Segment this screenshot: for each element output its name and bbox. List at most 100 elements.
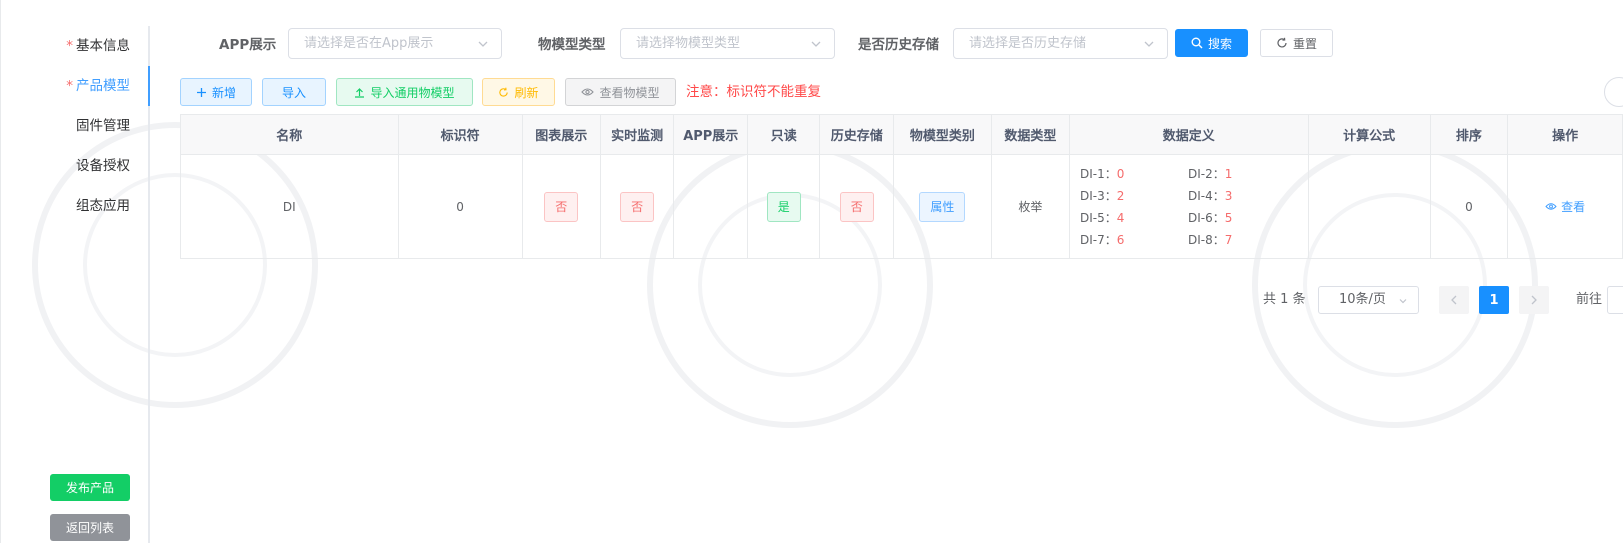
reset-button-label: 重置 <box>1292 36 1317 51</box>
cell-app <box>673 154 749 259</box>
column-header-definition: 数据定义 <box>1069 114 1309 155</box>
eye-icon <box>1545 203 1557 210</box>
back-to-list-button[interactable]: 返回列表 <box>50 514 130 541</box>
refresh-icon <box>499 87 509 97</box>
cell-monitor: 否 <box>599 154 675 259</box>
sidebar-item-label: 固件管理 <box>76 118 130 134</box>
pagination-total: 共 1 条 <box>1263 292 1306 307</box>
sidebar-item-basic-info[interactable]: * 基本信息 <box>66 26 130 66</box>
prev-page-button[interactable] <box>1439 286 1469 314</box>
cell-chart: 否 <box>521 154 601 259</box>
select-placeholder: 请选择是否历史存储 <box>969 36 1087 51</box>
reset-button[interactable]: 重置 <box>1260 29 1333 57</box>
table-row: DI 0 否 否 是 否 属性 枚举 DI-1：0 DI-2：1 DI-3：2 … <box>180 154 1623 259</box>
add-button-label: 新增 <box>211 85 236 100</box>
definition-list: DI-1：0 DI-2：1 DI-3：2 DI-4：3 DI-5：4 DI-6：… <box>1070 165 1307 248</box>
search-button-label: 搜索 <box>1207 36 1232 51</box>
definition-item: DI-6：5 <box>1188 211 1233 225</box>
identifier-notice: 注意：标识符不能重复 <box>686 84 821 100</box>
column-header-monitor: 实时监测 <box>599 114 675 155</box>
import-button-label: 导入 <box>281 85 306 100</box>
chevron-left-icon <box>1451 295 1457 305</box>
cell-history: 否 <box>819 154 895 259</box>
refresh-button[interactable]: 刷新 <box>482 78 555 106</box>
import-standard-model-label: 导入通用物模型 <box>370 85 455 100</box>
definition-item: DI-1：0 <box>1080 167 1125 181</box>
definition-item: DI-4：3 <box>1188 189 1233 203</box>
status-badge: 是 <box>766 191 801 222</box>
sidebar-item-scada[interactable]: 组态应用 <box>76 186 130 226</box>
view-model-button-label: 查看物模型 <box>599 85 660 100</box>
refresh-icon <box>1277 37 1287 48</box>
cell-datatype: 枚举 <box>990 154 1071 259</box>
column-header-app: APP展示 <box>673 114 749 155</box>
goto-label: 前往 <box>1576 292 1603 307</box>
model-type-label: 物模型类型 <box>538 37 606 53</box>
add-button[interactable]: 新增 <box>180 78 252 106</box>
goto-page-input[interactable] <box>1607 286 1623 314</box>
sidebar-item-firmware[interactable]: 固件管理 <box>76 106 130 146</box>
column-header-identifier: 标识符 <box>397 114 523 155</box>
view-row-label: 查看 <box>1561 200 1586 214</box>
view-row-button[interactable]: 查看 <box>1545 198 1585 215</box>
sidebar-item-product-model[interactable]: * 产品模型 <box>66 66 130 106</box>
cell-category: 属性 <box>893 154 992 259</box>
refresh-button-label: 刷新 <box>514 85 539 100</box>
import-standard-model-button[interactable]: 导入通用物模型 <box>336 78 473 106</box>
page-number-current[interactable]: 1 <box>1479 286 1509 314</box>
model-type-select[interactable]: 请选择物模型类型 <box>620 28 835 59</box>
definition-item: DI-3：2 <box>1080 189 1125 203</box>
sidebar-item-device-auth[interactable]: 设备授权 <box>76 146 130 186</box>
history-storage-select[interactable]: 请选择是否历史存储 <box>953 28 1168 59</box>
chevron-down-icon <box>1399 299 1407 304</box>
definition-item: DI-2：1 <box>1188 167 1233 181</box>
cell-identifier: 0 <box>397 154 523 259</box>
status-badge: 否 <box>544 191 579 222</box>
import-button[interactable]: 导入 <box>262 78 326 106</box>
sidebar-item-label: 组态应用 <box>76 198 130 214</box>
sidebar-item-label: 基本信息 <box>76 38 130 54</box>
column-settings-button[interactable] <box>1604 77 1623 107</box>
sidebar-item-label: 产品模型 <box>76 78 130 94</box>
next-page-button[interactable] <box>1519 286 1549 314</box>
publish-product-button[interactable]: 发布产品 <box>50 474 130 501</box>
column-header-category: 物模型类别 <box>893 114 992 155</box>
view-model-button[interactable]: 查看物模型 <box>565 78 676 106</box>
required-mark: * <box>66 78 73 94</box>
column-header-formula: 计算公式 <box>1307 114 1431 155</box>
chevron-down-icon <box>811 41 821 47</box>
cell-readonly: 是 <box>747 154 821 259</box>
definition-item: DI-8：7 <box>1188 233 1233 247</box>
category-badge: 属性 <box>919 191 966 222</box>
upload-icon <box>355 87 365 98</box>
cell-actions: 查看 <box>1507 154 1623 259</box>
chevron-down-icon <box>1144 41 1154 47</box>
table-header-row: 名称 标识符 图表展示 实时监测 APP展示 只读 历史存储 物模型类别 数据类… <box>180 114 1623 155</box>
definition-item: DI-7：6 <box>1080 233 1125 247</box>
cell-name: DI <box>180 154 399 259</box>
search-button[interactable]: 搜索 <box>1175 29 1248 57</box>
eye-icon <box>581 88 595 96</box>
column-header-readonly: 只读 <box>747 114 821 155</box>
definition-item: DI-5：4 <box>1080 211 1125 225</box>
product-model-page: * 基本信息 * 产品模型 固件管理 设备授权 组态应用 发布产品 返回列表 APP… <box>0 0 1623 543</box>
page-size-select[interactable]: 10条/页 <box>1318 286 1419 314</box>
model-table: 名称 标识符 图表展示 实时监测 APP展示 只读 历史存储 物模型类别 数据类… <box>180 114 1623 259</box>
column-header-name: 名称 <box>180 114 399 155</box>
cell-formula <box>1307 154 1431 259</box>
cell-definition: DI-1：0 DI-2：1 DI-3：2 DI-4：3 DI-5：4 DI-6：… <box>1069 154 1309 259</box>
sidebar-item-label: 设备授权 <box>76 158 130 174</box>
status-badge: 否 <box>620 191 655 222</box>
status-badge: 否 <box>839 191 874 222</box>
history-storage-label: 是否历史存储 <box>858 37 939 53</box>
cell-sort: 0 <box>1429 154 1509 259</box>
page-size-value: 10条/页 <box>1339 292 1386 307</box>
app-display-label: APP展示 <box>219 37 277 53</box>
plus-icon <box>196 87 206 97</box>
column-header-actions: 操作 <box>1507 114 1623 155</box>
chevron-down-icon <box>478 41 488 47</box>
column-header-history: 历史存储 <box>819 114 895 155</box>
app-display-select[interactable]: 请选择是否在App展示 <box>288 28 502 59</box>
column-header-chart: 图表展示 <box>521 114 601 155</box>
column-header-sort: 排序 <box>1429 114 1509 155</box>
